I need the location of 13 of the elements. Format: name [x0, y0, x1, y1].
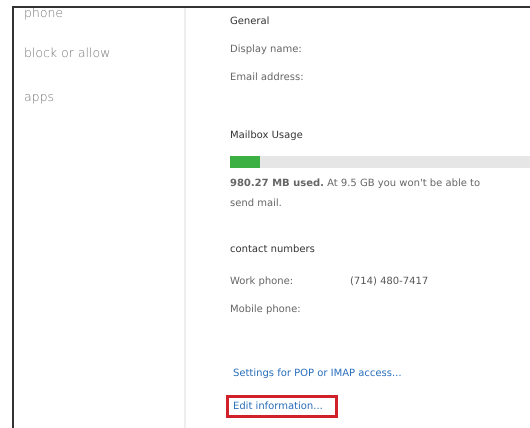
usage-message: 980.27 MB used. At 9.5 GB you won't be able to send mail.: [230, 177, 482, 211]
field-label: Email address:: [230, 72, 305, 85]
field-label: Display name:: [230, 44, 303, 57]
section-heading: Mailbox Usage: [230, 130, 304, 143]
sidebar-item[interactable]: apps: [24, 90, 184, 134]
section-heading: contact numbers: [230, 244, 316, 257]
section-heading: General: [230, 16, 270, 29]
link[interactable]: Settings for POP or IMAP access...: [226, 362, 409, 385]
field-label: Mobile phone:: [230, 304, 302, 317]
sidebar-item[interactable]: block or allow: [24, 46, 184, 90]
field-label: Work phone:: [230, 276, 294, 289]
link[interactable]: Edit information...: [226, 395, 338, 418]
field-value: (714) 480-7417: [350, 276, 428, 289]
